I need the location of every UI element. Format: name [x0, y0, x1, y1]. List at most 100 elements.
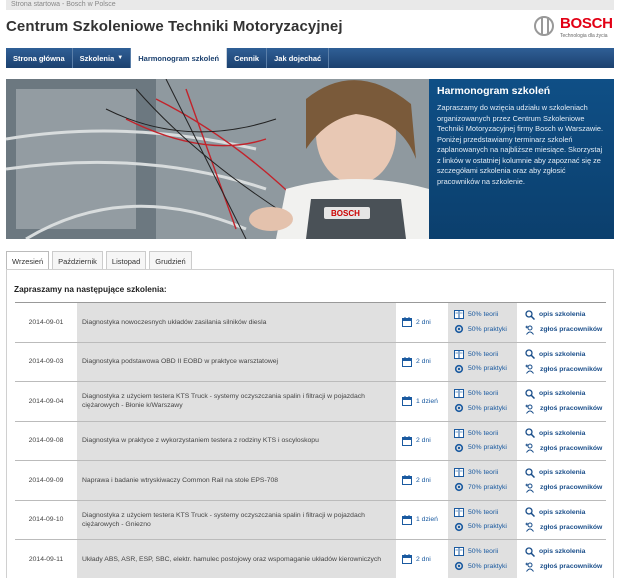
tab-december[interactable]: Grudzień	[149, 251, 192, 270]
hero-photo-illustration: BOSCH	[6, 79, 429, 239]
nav-directions-label: Jak dojechać	[274, 53, 322, 63]
training-duration: 1 dzień	[396, 500, 448, 539]
register-link[interactable]: zgłoś pracowników	[525, 404, 606, 414]
calendar-icon	[402, 317, 412, 328]
breadcrumb[interactable]: Strona startowa - Bosch w Polsce	[11, 1, 116, 8]
calendar-icon	[402, 435, 412, 446]
details-link-label: opis szkolenia	[539, 508, 586, 516]
chevron-down-icon: ▼	[117, 55, 124, 61]
nav-trainings[interactable]: Szkolenia ▼	[73, 48, 132, 68]
theory-share: 50% teorii	[468, 548, 499, 556]
details-link[interactable]: opis szkolenia	[525, 507, 606, 518]
theory-share: 50% teorii	[468, 429, 499, 437]
training-duration: 2 dni	[396, 342, 448, 381]
practice-share: 50% praktyki	[468, 444, 507, 452]
book-icon	[454, 547, 464, 557]
training-actions: opis szkolenia zgłoś pracowników	[517, 461, 606, 500]
tab-november[interactable]: Listopad	[105, 251, 147, 270]
tab-october[interactable]: Październik	[52, 251, 103, 270]
training-split: 50% teorii 50% praktyki	[448, 342, 517, 381]
tab-september[interactable]: Wrzesień	[6, 251, 50, 270]
training-date: 2014-09-03	[28, 358, 64, 366]
training-split: 30% teorii 70% praktyki	[448, 461, 517, 500]
month-tabs: Wrzesień Październik Listopad Grudzień	[6, 251, 195, 270]
details-link-label: opis szkolenia	[539, 390, 586, 398]
training-table: 2014-09-01 Diagnostyka nowoczesnych ukła…	[15, 302, 606, 578]
training-split: 50% teorii 50% praktyki	[448, 500, 517, 539]
training-date: 2014-09-09	[28, 476, 64, 484]
register-link[interactable]: zgłoś pracowników	[525, 483, 606, 493]
training-actions: opis szkolenia zgłoś pracowników	[517, 382, 606, 421]
register-link-label: zgłoś pracowników	[540, 484, 603, 492]
breadcrumb-bar: Strona startowa - Bosch w Polsce	[6, 0, 614, 10]
details-link-label: opis szkolenia	[539, 548, 586, 556]
magnifier-icon	[525, 389, 535, 399]
magnifier-icon	[525, 310, 535, 320]
table-row: 2014-09-10 Diagnostyka z użyciem testera…	[15, 500, 606, 540]
register-link[interactable]: zgłoś pracowników	[525, 325, 606, 335]
magnifier-icon	[525, 547, 535, 557]
details-link-label: opis szkolenia	[539, 469, 586, 477]
training-split: 50% teorii 50% praktyki	[448, 421, 517, 460]
register-link-label: zgłoś pracowników	[540, 444, 603, 452]
schedule-intro: Zapraszamy na następujące szkolenia:	[14, 284, 167, 294]
calendar-icon	[402, 356, 412, 367]
logo-tagline: Technologia dla życia	[560, 33, 608, 39]
register-link-label: zgłoś pracowników	[540, 523, 603, 531]
table-row: 2014-09-04 Diagnostyka z użyciem testera…	[15, 382, 606, 422]
training-title: Diagnostyka w praktyce z wykorzystaniem …	[77, 421, 396, 460]
register-link[interactable]: zgłoś pracowników	[525, 443, 606, 454]
gear-icon	[454, 443, 464, 452]
bosch-logo[interactable]: BOSCH Technologia dla życia	[534, 14, 618, 44]
practice-share: 50% praktyki	[468, 325, 507, 333]
details-link[interactable]: opis szkolenia	[525, 349, 606, 360]
training-actions: opis szkolenia zgłoś pracowników	[517, 501, 606, 540]
book-icon	[454, 428, 464, 438]
book-icon	[454, 349, 464, 359]
magnifier-icon	[525, 507, 535, 518]
register-link-label: zgłoś pracowników	[540, 563, 603, 571]
gear-icon	[454, 325, 464, 334]
duration-label: 2 dni	[416, 476, 431, 484]
magnifier-icon	[525, 428, 535, 439]
nav-schedule[interactable]: Harmonogram szkoleń	[131, 48, 228, 68]
gear-icon	[454, 404, 464, 413]
book-icon	[454, 507, 464, 517]
calendar-icon	[402, 514, 412, 525]
main-navigation: Strona główna Szkolenia ▼ Harmonogram szk…	[6, 48, 614, 68]
training-date: 2014-09-01	[28, 318, 64, 326]
nav-pricing[interactable]: Cennik	[227, 48, 268, 68]
practice-share: 70% praktyki	[468, 483, 507, 491]
register-link[interactable]: zgłoś pracowników	[525, 562, 606, 572]
theory-share: 50% teorii	[468, 390, 499, 398]
details-link[interactable]: opis szkolenia	[525, 310, 606, 320]
register-link[interactable]: zgłoś pracowników	[525, 364, 606, 375]
nav-trainings-label: Szkolenia	[79, 53, 115, 63]
theory-share: 30% teorii	[468, 469, 499, 477]
training-date: 2014-09-08	[28, 437, 64, 445]
add-person-icon	[525, 562, 534, 572]
duration-label: 2 dni	[416, 318, 431, 326]
training-actions: opis szkolenia zgłoś pracowników	[517, 303, 606, 342]
nav-schedule-label: Harmonogram szkoleń	[138, 53, 220, 63]
training-duration: 2 dni	[396, 461, 448, 500]
gear-icon	[454, 522, 464, 531]
duration-label: 2 dni	[416, 437, 431, 445]
training-title: Diagnostyka nowoczesnych układów zasilan…	[77, 303, 396, 342]
register-link-label: zgłoś pracowników	[540, 365, 603, 373]
training-duration: 2 dni	[396, 303, 448, 342]
calendar-icon	[402, 475, 412, 486]
training-split: 50% teorii 50% praktyki	[448, 382, 517, 421]
nav-home[interactable]: Strona główna	[6, 48, 73, 68]
nav-pricing-label: Cennik	[234, 53, 260, 63]
training-actions: opis szkolenia zgłoś pracowników	[517, 540, 606, 578]
calendar-icon	[402, 396, 412, 407]
details-link[interactable]: opis szkolenia	[525, 468, 606, 478]
duration-label: 1 dzień	[416, 397, 438, 405]
nav-directions[interactable]: Jak dojechać	[267, 48, 330, 68]
details-link[interactable]: opis szkolenia	[525, 428, 606, 439]
details-link[interactable]: opis szkolenia	[525, 547, 606, 557]
details-link[interactable]: opis szkolenia	[525, 389, 606, 399]
register-link[interactable]: zgłoś pracowników	[525, 522, 606, 533]
training-title: Układy ABS, ASR, ESP, SBC, elektr. hamul…	[77, 540, 396, 578]
